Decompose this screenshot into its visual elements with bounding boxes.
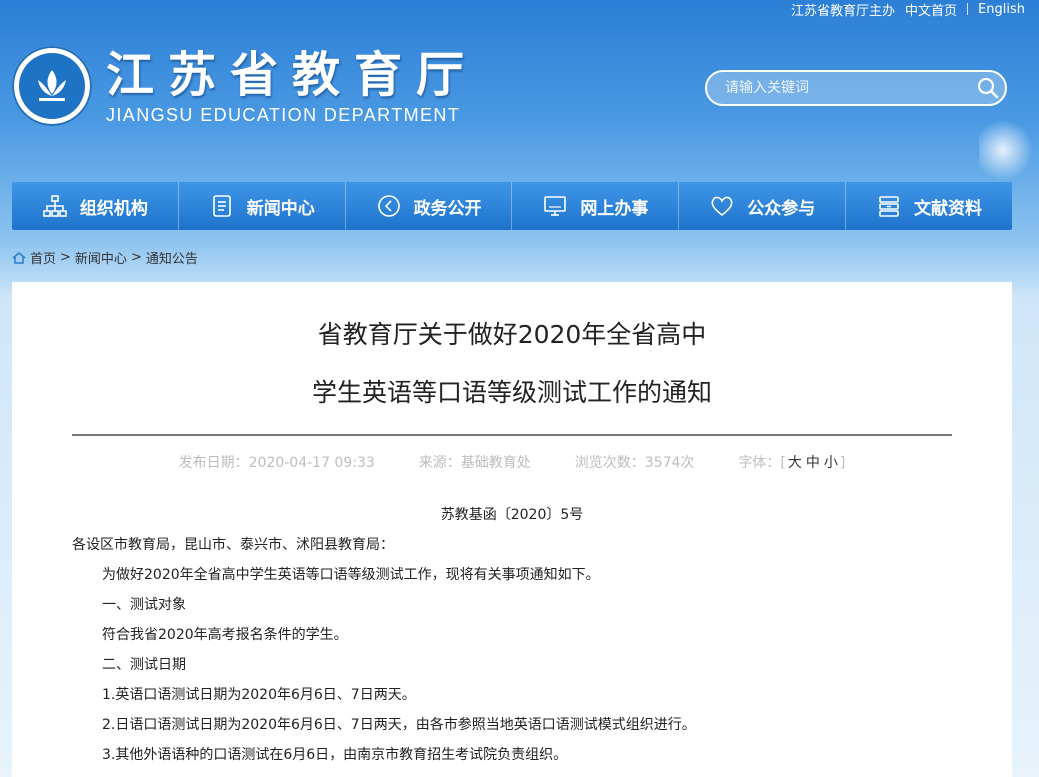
breadcrumb-separator: > <box>60 250 71 265</box>
font-size-medium[interactable]: 中 <box>806 455 820 471</box>
document-number: 苏教基函〔2020〕5号 <box>440 507 584 523</box>
breadcrumb-home-link[interactable]: 首页 <box>30 248 56 267</box>
view-count: 浏览次数：3574次 <box>574 455 695 471</box>
title-divider <box>72 434 952 436</box>
nav-item-public-participation[interactable]: 公众参与 <box>679 182 847 230</box>
article-body: 苏教基函〔2020〕5号 各设区市教育局，昆山市、泰兴市、沭阳县教育局： 为做好… <box>12 500 1012 770</box>
divider <box>967 3 969 15</box>
title-line-1: 省教育厅关于做好2020年全省高中 <box>317 320 707 349</box>
article-title: 省教育厅关于做好2020年全省高中 学生英语等口语等级测试工作的通知 <box>12 306 1012 422</box>
font-size-small[interactable]: 小 <box>824 455 838 471</box>
article-panel: 省教育厅关于做好2020年全省高中 学生英语等口语等级测试工作的通知 发布日期：… <box>12 282 1012 777</box>
section-heading: 二、测试日期 <box>102 657 186 673</box>
play-icon <box>377 195 400 217</box>
font-size-large[interactable]: 大 <box>788 455 802 471</box>
intro-paragraph: 为做好2020年全省高中学生英语等口语等级测试工作，现将有关事项通知如下。 <box>102 567 600 583</box>
search-box <box>705 70 1007 106</box>
title-line-2: 学生英语等口语等级测试工作的通知 <box>311 378 712 407</box>
breadcrumb: 首页 > 新闻中心 > 通知公告 <box>12 248 198 267</box>
nav-label: 新闻中心 <box>246 198 315 219</box>
site-name-en: JIANGSU EDUCATION DEPARTMENT <box>106 104 461 125</box>
site-logo[interactable]: 江苏省教育厅 JIANGSU EDUCATION DEPARTMENT <box>12 46 478 126</box>
heart-icon <box>711 196 733 217</box>
search-input[interactable] <box>707 79 971 97</box>
nav-label: 组织机构 <box>79 198 148 219</box>
emblem-icon <box>12 46 92 126</box>
top-links-bar: 江苏省教育厅主办 中文首页 English <box>791 0 1025 19</box>
publish-date: 发布日期：2020-04-17 09:33 <box>178 455 375 471</box>
nav-label: 政务公开 <box>413 198 482 219</box>
nav-label: 文献资料 <box>914 198 983 219</box>
nav-item-organization[interactable]: 组织机构 <box>12 182 179 230</box>
breadcrumb-news-link[interactable]: 新闻中心 <box>75 248 127 267</box>
nav-item-literature[interactable]: 文献资料 <box>846 182 1012 230</box>
nav-item-online-services[interactable]: 网上办事 <box>512 182 680 230</box>
breadcrumb-separator: > <box>130 250 142 265</box>
host-label: 江苏省教育厅主办 <box>791 3 896 19</box>
nav-label: 公众参与 <box>747 198 816 219</box>
archive-icon <box>879 196 899 217</box>
cloud-decoration <box>979 120 1039 180</box>
recipients: 各设区市教育局，昆山市、泰兴市、沭阳县教育局： <box>72 537 394 553</box>
chinese-home-link[interactable]: 中文首页 <box>905 0 957 19</box>
paragraph: 1.英语口语测试日期为2020年6月6日、7日两天。 <box>102 687 416 703</box>
article-meta: 发布日期：2020-04-17 09:33 来源：基础教育处 浏览次数：3574… <box>12 452 1012 472</box>
document-icon <box>212 195 231 217</box>
paragraph: 符合我省2020年高考报名条件的学生。 <box>102 627 348 643</box>
font-size-close: ] <box>839 455 846 471</box>
paragraph: 2.日语口语测试日期为2020年6月6日、7日两天，由各市参照当地英语口语测试模… <box>102 717 696 733</box>
font-size-selector: 字体：[大中小] <box>738 452 845 472</box>
nav-item-government-affairs[interactable]: 政务公开 <box>346 182 513 230</box>
nav-label: 网上办事 <box>580 198 649 219</box>
english-link[interactable]: English <box>978 2 1025 17</box>
search-icon[interactable] <box>971 72 1005 104</box>
breadcrumb-current-link[interactable]: 通知公告 <box>146 248 198 267</box>
section-heading: 一、测试对象 <box>102 597 186 613</box>
main-nav: 组织机构 新闻中心 政务公开 网上办事 公众参与 文献资料 <box>12 182 1012 230</box>
home-icon <box>12 251 26 264</box>
org-chart-icon <box>43 195 67 217</box>
font-size-label: 字体：[ <box>738 455 786 471</box>
paragraph: 3.其他外语语种的口语测试在6月6日，由南京市教育招生考试院负责组织。 <box>102 747 568 763</box>
site-name-cn: 江苏省教育厅 <box>106 46 479 103</box>
monitor-icon <box>544 196 567 216</box>
nav-item-news[interactable]: 新闻中心 <box>179 182 346 230</box>
article-source: 来源：基础教育处 <box>418 455 531 471</box>
